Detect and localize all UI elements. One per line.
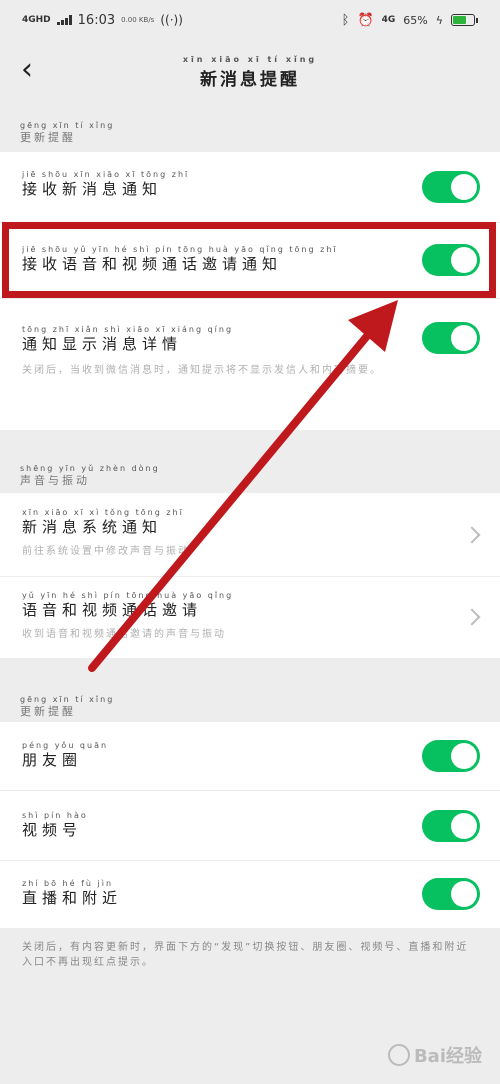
settings-group-sound-vibration: xīn xiāo xī xì tǒng tōng zhī 新消息系统通知 前往系…: [0, 493, 500, 658]
paw-icon: [387, 1044, 410, 1066]
setting-label: tōng zhī xiǎn shì xiāo xī xiáng qíng 通知显…: [22, 325, 234, 353]
page-title-pinyin: xīn xiāo xī tí xǐng: [182, 55, 318, 64]
channels-toggle[interactable]: [422, 810, 480, 842]
network-label: 4GHD: [22, 14, 51, 25]
setting-label: xīn xiāo xī xì tǒng tōng zhī 新消息系统通知: [22, 508, 184, 536]
nav-header: ‹ xīn xiāo xī tí xǐng 新消息提醒: [0, 40, 500, 102]
setting-row-voice-video-invite[interactable]: jiē shōu yǔ yīn hé shì pín tōng huà yāo …: [0, 222, 500, 298]
signal-icon: [56, 15, 72, 25]
battery-icon: [451, 14, 478, 26]
hotspot-icon: ((·)): [160, 13, 183, 27]
setting-description: 收到语音和视频通话邀请的声音与振动: [22, 629, 226, 640]
chevron-right-icon: [463, 526, 481, 544]
section-label-sound-vibration: shēng yīn yǔ zhèn dòng 声音与振动: [20, 464, 160, 487]
receive-new-message-toggle[interactable]: [422, 171, 480, 203]
net-speed: 0.00 KB/s: [121, 15, 155, 24]
bluetooth-icon: ᛒ: [341, 12, 350, 28]
section-label-update-reminder: gēng xīn tí xǐng 更新提醒: [20, 121, 115, 144]
setting-label: zhí bō hé fù jìn 直播和附近: [22, 879, 123, 907]
battery-percent: 65%: [403, 13, 428, 27]
setting-label: jiē shōu yǔ yīn hé shì pín tōng huà yāo …: [22, 245, 338, 273]
setting-label: péng yǒu quān 朋友圈: [22, 741, 109, 769]
page-title-text: 新消息提醒: [200, 70, 300, 90]
setting-row-show-details[interactable]: tōng zhī xiǎn shì xiāo xī xiáng qíng 通知显…: [0, 298, 500, 430]
watermark: Bai经验: [387, 1042, 482, 1068]
setting-description: 关闭后，当收到微信消息时，通知提示将不显示发信人和内容摘要。: [22, 365, 382, 376]
section-footer-description: 关闭后，有内容更新时，界面下方的“发现”切换按钮、朋友圈、视频号、直播和附近入口…: [22, 942, 469, 968]
network-right-label: 4G: [381, 14, 396, 25]
show-details-toggle[interactable]: [422, 322, 480, 354]
setting-row-receive-new-message[interactable]: jiē shōu xīn xiāo xī tōng zhī 接收新消息通知: [0, 152, 500, 222]
clock: 16:03: [77, 12, 116, 28]
charging-icon: ϟ: [435, 13, 443, 27]
chevron-right-icon: [463, 608, 481, 626]
moments-toggle[interactable]: [422, 740, 480, 772]
setting-label: yǔ yīn hé shì pín tōng huà yāo qǐng 语音和视…: [22, 591, 234, 619]
setting-row-system-notification[interactable]: xīn xiāo xī xì tǒng tōng zhī 新消息系统通知 前往系…: [0, 493, 500, 576]
setting-row-channels[interactable]: shì pín hào 视频号: [0, 790, 500, 860]
setting-label: jiē shōu xīn xiāo xī tōng zhī 接收新消息通知: [22, 170, 190, 198]
page-title: xīn xiāo xī tí xǐng 新消息提醒: [0, 54, 500, 90]
settings-group-update-reminder-2: péng yǒu quān 朋友圈 shì pín hào 视频号 zhí bō…: [0, 722, 500, 928]
setting-row-live-nearby[interactable]: zhí bō hé fù jìn 直播和附近: [0, 860, 500, 928]
setting-label: shì pín hào 视频号: [22, 811, 88, 839]
settings-group-update-reminder: jiē shōu xīn xiāo xī tōng zhī 接收新消息通知 ji…: [0, 152, 500, 430]
alarm-icon: ⏰: [357, 12, 374, 28]
status-bar: 4GHD 16:03 0.00 KB/s ((·)) ᛒ ⏰ 4G 65% ϟ: [0, 0, 500, 40]
live-nearby-toggle[interactable]: [422, 878, 480, 910]
voice-video-invite-toggle[interactable]: [422, 244, 480, 276]
setting-description: 前往系统设置中修改声音与振动: [22, 546, 190, 557]
setting-row-call-invite-sound[interactable]: yǔ yīn hé shì pín tōng huà yāo qǐng 语音和视…: [0, 576, 500, 658]
setting-row-moments[interactable]: péng yǒu quān 朋友圈: [0, 722, 500, 790]
section-label-update-reminder-2: gēng xīn tí xǐng 更新提醒: [20, 695, 115, 718]
